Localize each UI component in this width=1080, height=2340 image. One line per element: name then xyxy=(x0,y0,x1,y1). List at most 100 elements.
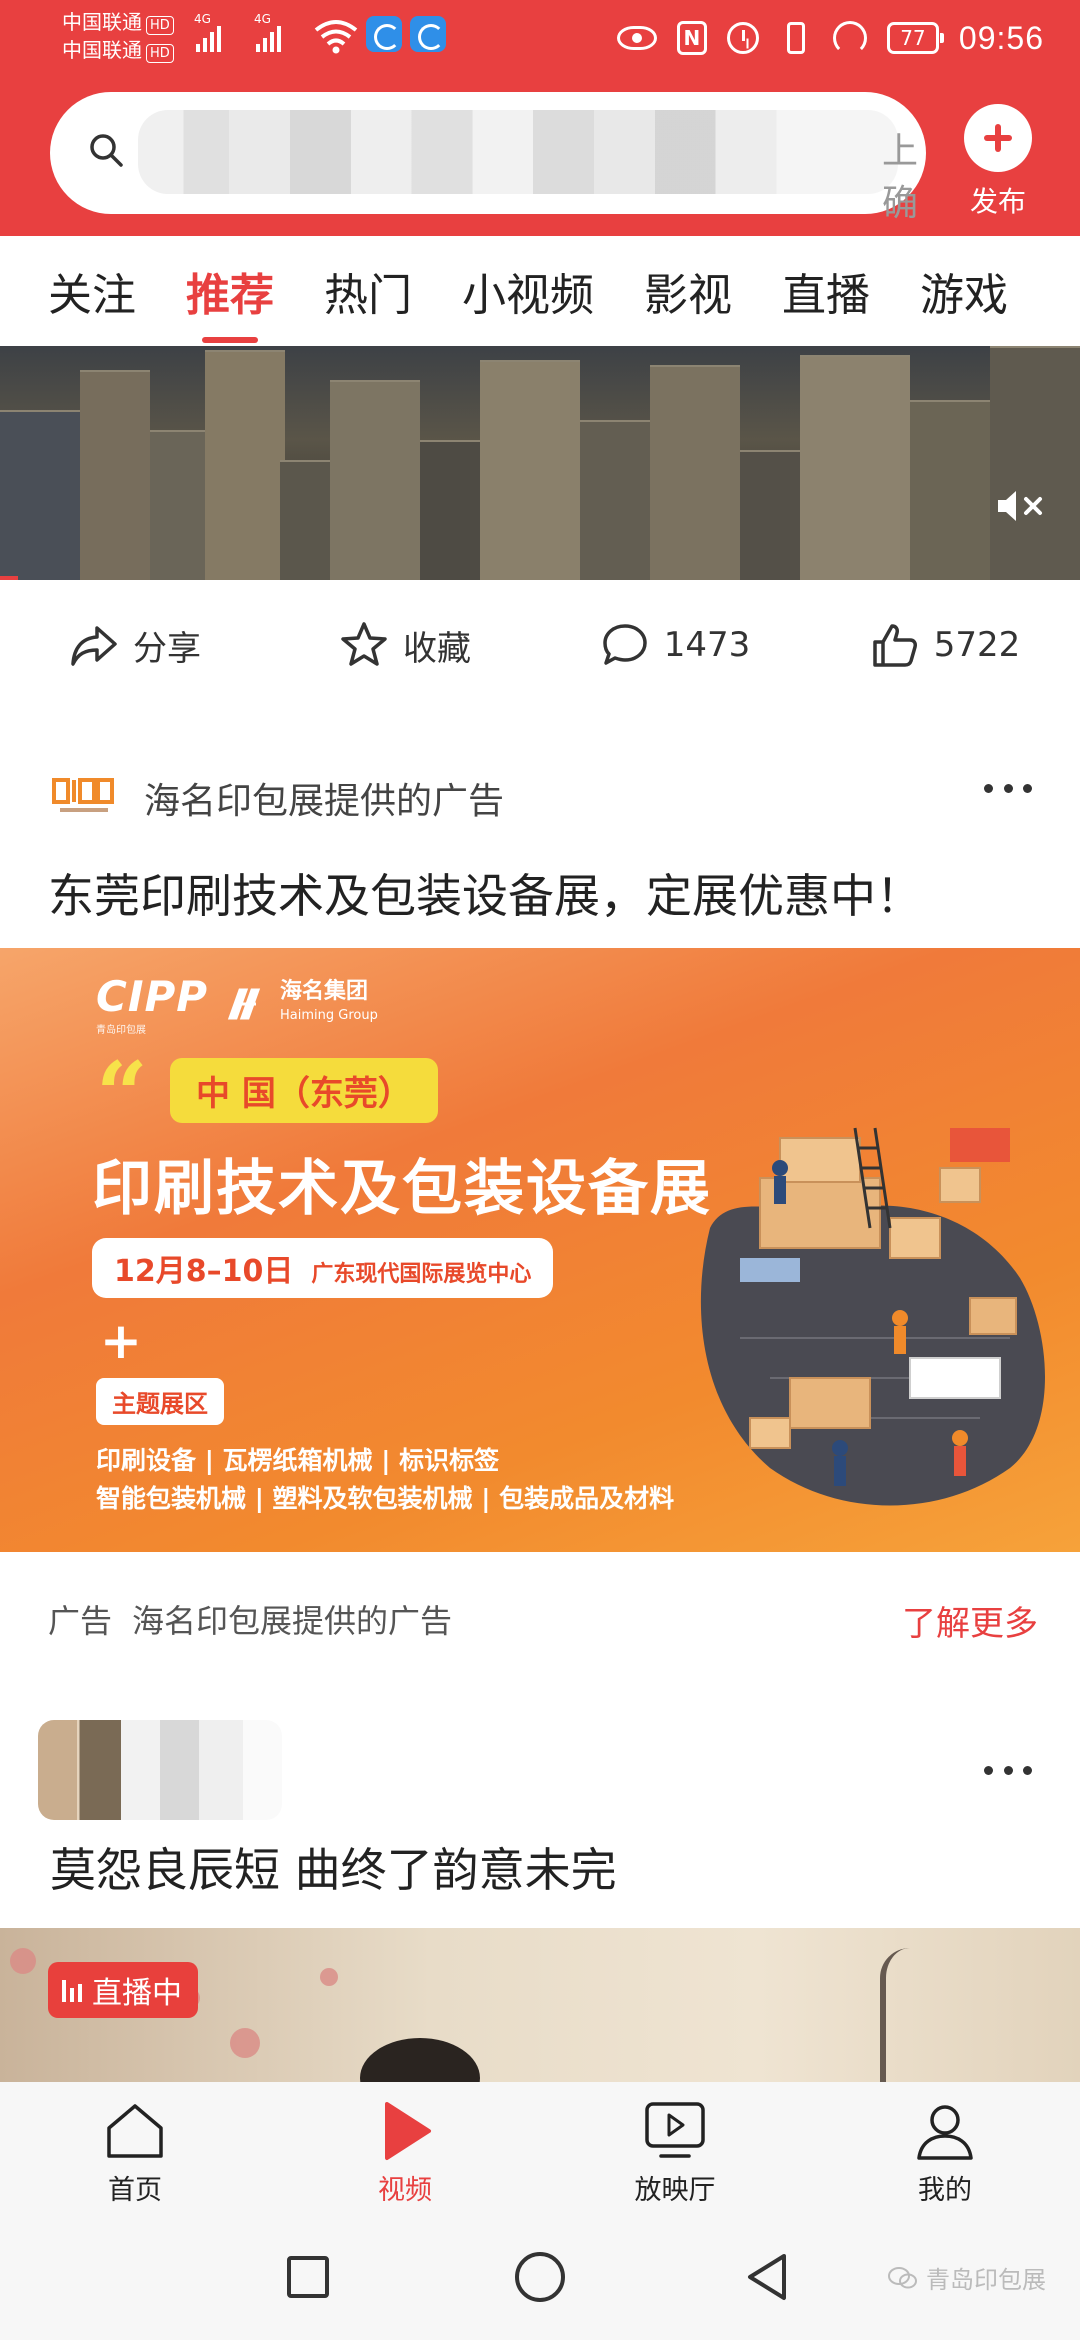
home-icon xyxy=(107,2104,163,2158)
haiming-group-en: Haiming Group xyxy=(280,1008,378,1023)
nav-screening-room-label: 放映厅 xyxy=(634,2175,716,2206)
publish-button[interactable]: 发布 xyxy=(962,104,1034,220)
carrier-1: 中国联通 xyxy=(62,10,142,34)
nav-profile[interactable]: 我的 xyxy=(810,2082,1080,2212)
tab-games[interactable]: 游戏 xyxy=(895,259,1033,323)
nav-video-label: 视频 xyxy=(378,2175,432,2206)
video-play-icon xyxy=(385,2102,431,2160)
network-type: 4G xyxy=(194,12,211,26)
quote-mark-icon: “ xyxy=(96,1042,148,1148)
nav-video[interactable]: 视频 xyxy=(270,2082,540,2212)
live-indicator-icon xyxy=(62,1978,82,2002)
recent-apps-button[interactable] xyxy=(287,2256,329,2298)
banner-venue: 广东现代国际展览中心 xyxy=(311,1262,532,1287)
mute-icon[interactable] xyxy=(994,486,1050,526)
video-action-bar: 分享 收藏 1473 5722 xyxy=(0,580,1080,710)
ad-header: 海名印包展提供的广告 xyxy=(52,770,1032,826)
video-frame-detail xyxy=(650,365,740,580)
video-frame-detail xyxy=(990,346,1080,580)
tab-recommend[interactable]: 推荐 xyxy=(161,259,299,323)
comment-count: 1473 xyxy=(663,625,751,665)
ad-title[interactable]: 东莞印刷技术及包装设备展，定展优惠中！ xyxy=(48,860,922,926)
banner-date-venue: 12月8–10日 广东现代国际展览中心 xyxy=(92,1238,554,1298)
favorite-label: 收藏 xyxy=(403,628,471,669)
home-button[interactable] xyxy=(515,2252,565,2302)
banner-categories: 印刷设备 | 瓦楞纸箱机械 | 标识标签 智能包装机械 | 塑料及软包装机械 |… xyxy=(96,1442,674,1518)
nav-screening-room[interactable]: 放映厅 xyxy=(540,2082,810,2212)
tab-live[interactable]: 直播 xyxy=(757,259,895,323)
weibo-notification-icon xyxy=(366,16,402,52)
eye-comfort-icon xyxy=(616,26,657,50)
learn-more-link[interactable]: 了解更多 xyxy=(902,1596,1038,1645)
banner-logos: CIPP 青岛印包展 海名集团 Haiming Group xyxy=(96,972,378,1036)
cipp-logo-subtext: 青岛印包展 xyxy=(96,1025,146,1036)
favorite-button[interactable]: 收藏 xyxy=(270,620,540,670)
status-bar: 中国联通 HD 中国联通 HD 4G 4G N 77 09:56 xyxy=(0,0,1080,78)
video-frame-detail xyxy=(480,360,580,580)
ad-footer: 广告 海名印包展提供的广告 了解更多 xyxy=(48,1596,1038,1646)
blossom-decoration xyxy=(10,1948,36,1974)
blossom-decoration xyxy=(230,2028,260,2058)
video-frame-detail xyxy=(740,450,800,580)
video-frame-detail xyxy=(420,440,480,580)
post-header xyxy=(38,1720,1032,1820)
carrier-2: 中国联通 xyxy=(62,38,142,62)
person-hair xyxy=(360,2038,480,2088)
haiming-group-name: 海名集团 xyxy=(280,979,369,1004)
hd-badge: HD xyxy=(146,16,174,35)
video-player[interactable] xyxy=(0,346,1080,580)
signal-icon: 4G xyxy=(194,12,221,52)
hd-badge: HD xyxy=(146,44,174,63)
banner-location-tag: 中 国（东莞） xyxy=(170,1058,438,1123)
battery-icon: 77 xyxy=(886,22,944,54)
calligraphy-decoration xyxy=(880,1948,950,2088)
search-hint: 上确 xyxy=(882,131,919,224)
weibo-notification-icon xyxy=(410,16,446,52)
status-icons-right: N 77 09:56 xyxy=(616,10,1044,66)
banner-categories-line1: 印刷设备 | 瓦楞纸箱机械 | 标识标签 xyxy=(96,1446,500,1475)
advertiser-logo[interactable] xyxy=(52,776,116,820)
wechat-icon xyxy=(888,2266,917,2288)
tab-hot[interactable]: 热门 xyxy=(299,259,437,323)
video-frame-detail xyxy=(150,430,210,580)
share-button[interactable]: 分享 xyxy=(0,620,270,670)
clock: 09:56 xyxy=(958,19,1044,56)
cipp-logo: CIPP 青岛印包展 xyxy=(96,972,208,1036)
avatar[interactable] xyxy=(38,1720,282,1820)
tab-follow[interactable]: 关注 xyxy=(0,259,161,323)
nav-home[interactable]: 首页 xyxy=(0,2082,270,2212)
more-options-icon[interactable] xyxy=(984,1766,1032,1776)
live-badge-label: 直播中 xyxy=(92,1976,182,2011)
haiming-group: 海名集团 Haiming Group xyxy=(280,980,378,1028)
alarm-icon xyxy=(726,22,759,54)
vibrate-icon xyxy=(786,22,805,54)
comment-button[interactable]: 1473 xyxy=(540,620,810,670)
video-frame-detail xyxy=(330,380,420,580)
wifi-icon xyxy=(314,20,358,54)
carrier-info: 中国联通 HD 中国联通 HD xyxy=(62,8,174,64)
ad-banner[interactable]: CIPP 青岛印包展 海名集团 Haiming Group “ 中 国（东莞） … xyxy=(0,948,1080,1552)
screening-room-icon xyxy=(645,2102,705,2158)
banner-plus: + xyxy=(100,1312,142,1370)
live-badge: 直播中 xyxy=(48,1962,198,2018)
like-button[interactable]: 5722 xyxy=(810,620,1080,670)
more-options-icon[interactable] xyxy=(984,784,1032,794)
bottom-navigation: 首页 视频 放映厅 我的 xyxy=(0,2082,1080,2212)
tab-short-video[interactable]: 小视频 xyxy=(437,259,619,323)
ad-footer-source[interactable]: 海名印包展提供的广告 xyxy=(132,1602,452,1640)
ad-source[interactable]: 海名印包展提供的广告 xyxy=(144,772,504,824)
post-title[interactable]: 莫怨良辰短 曲终了韵意未完 xyxy=(50,1834,617,1900)
blossom-decoration xyxy=(320,1968,338,1986)
video-frame-detail xyxy=(280,460,335,580)
back-button[interactable] xyxy=(744,2252,790,2302)
tab-film[interactable]: 影视 xyxy=(619,259,757,323)
profile-icon xyxy=(917,2105,973,2160)
search-icon xyxy=(90,134,123,167)
search-bar[interactable]: 上确 xyxy=(50,92,926,224)
ad-label: 广告 xyxy=(48,1602,113,1640)
search-hint-blurred xyxy=(138,110,898,194)
haiming-logo-icon xyxy=(227,988,261,1020)
warehouse-illustration xyxy=(700,1127,1045,1506)
live-thumbnail[interactable]: 直播中 xyxy=(0,1928,1080,2088)
signal-icon: 4G xyxy=(254,12,281,52)
